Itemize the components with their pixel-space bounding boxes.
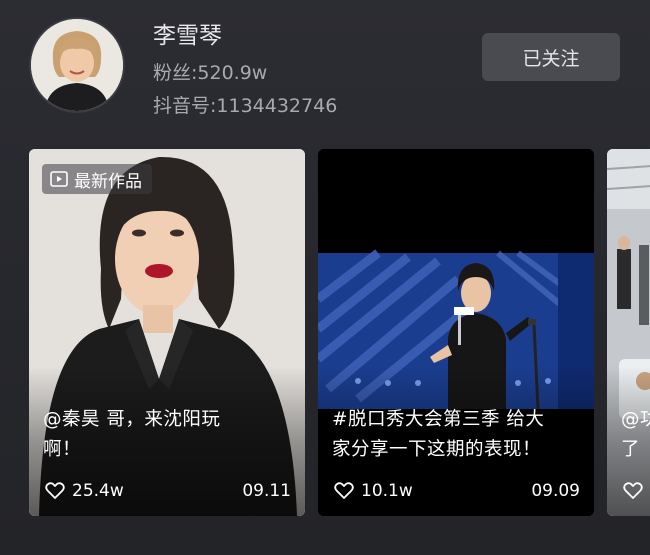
like-count: 25.4w	[72, 481, 124, 501]
caption-line: 了	[621, 439, 641, 460]
latest-work-badge: 最新作品	[42, 164, 152, 194]
caption-line: 家分享一下这期的表现！	[332, 439, 542, 460]
post-date: 09.11	[242, 481, 291, 501]
badge-label: 最新作品	[74, 171, 142, 192]
avatar[interactable]	[29, 17, 125, 113]
caption-line: 啊！	[43, 439, 82, 460]
profile-name: 李雪琴	[153, 23, 222, 49]
video-card[interactable]: 最新作品 @秦昊 哥，来沈阳玩 啊！ 25.4w 09.11	[29, 149, 305, 516]
caption-line: @功	[621, 409, 650, 430]
post-date: 09.09	[531, 481, 580, 501]
heart-icon	[334, 482, 354, 499]
caption-line: @秦昊 哥，来沈阳玩	[43, 409, 221, 430]
video-caption: @秦昊 哥，来沈阳玩 啊！	[43, 405, 293, 465]
douyin-id: 抖音号:1134432746	[153, 95, 338, 117]
play-icon	[50, 171, 68, 187]
video-stats: 25.4w 09.11	[45, 478, 291, 504]
video-caption: #脱口秀大会第三季 给大 家分享一下这期的表现！	[332, 405, 582, 465]
caption-line: #脱口秀大会第三季 给大	[332, 409, 545, 430]
follower-count: 粉丝:520.9w	[153, 62, 268, 84]
video-stats: 10.1w 09.09	[334, 478, 580, 504]
like-count: 10.1w	[361, 481, 413, 501]
video-card[interactable]: @功 了	[607, 149, 650, 516]
video-caption: @功 了	[621, 405, 650, 465]
heart-icon	[623, 482, 643, 499]
heart-icon	[45, 482, 65, 499]
video-card[interactable]: #脱口秀大会第三季 给大 家分享一下这期的表现！ 10.1w 09.09	[318, 149, 594, 516]
video-stats	[623, 478, 650, 504]
follow-button[interactable]: 已关注	[482, 33, 620, 81]
